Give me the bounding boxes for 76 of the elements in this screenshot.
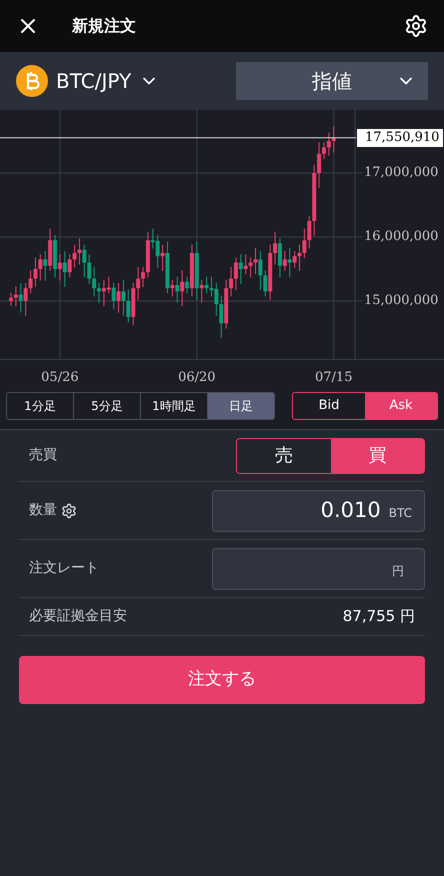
y-axis-label: 16,000,000	[364, 229, 438, 245]
candlestick	[112, 282, 116, 310]
candlestick	[18, 282, 23, 314]
x-axis-label: 06/20	[178, 369, 216, 387]
candlestick	[322, 142, 326, 160]
field-label: 注文レート	[28, 559, 99, 578]
candlestick	[24, 282, 28, 316]
candlestick	[38, 254, 42, 282]
candlestick	[302, 228, 306, 259]
candlestick	[72, 244, 77, 268]
candlestick	[254, 247, 258, 275]
candlestick	[180, 270, 184, 307]
candlestick	[229, 266, 234, 298]
candlestick	[62, 250, 67, 288]
candlestick	[116, 282, 121, 314]
candlestick	[68, 254, 72, 278]
candlestick	[185, 276, 190, 294]
candlestick	[82, 244, 86, 278]
quantity-field[interactable]: 0.010 BTC	[212, 490, 425, 532]
candlestick	[288, 247, 292, 278]
candlestick	[298, 244, 302, 272]
candlestick	[160, 244, 165, 272]
field-label: 数量	[28, 501, 57, 520]
order-type-dropdown[interactable]: 指値	[236, 62, 428, 100]
price-side-tab[interactable]: Ask	[365, 393, 437, 419]
candlestick	[92, 266, 96, 298]
y-axis-label: 15,000,000	[364, 293, 438, 309]
candlestick	[258, 250, 262, 291]
candlestick	[170, 279, 174, 298]
candlestick	[200, 279, 204, 304]
settings-icon[interactable]	[61, 502, 77, 518]
timeframe-tab[interactable]: 日足	[208, 393, 274, 419]
candlestick	[77, 238, 82, 266]
rate-field[interactable]: 円	[212, 548, 425, 590]
candlestick	[121, 279, 126, 316]
candlestick	[136, 266, 140, 300]
candlestick	[175, 276, 180, 304]
candlestick	[126, 288, 130, 323]
y-axis-label: 17,000,000	[364, 165, 438, 181]
side-toggle[interactable]: 買	[330, 438, 424, 472]
candlestick	[58, 254, 62, 282]
candlestick	[317, 142, 322, 188]
submit-order-button[interactable]: 注文する	[19, 656, 425, 704]
candlestick	[219, 295, 224, 339]
candlestick	[263, 270, 268, 298]
candlestick	[307, 215, 312, 250]
candlestick	[282, 250, 287, 272]
candlestick	[326, 132, 331, 156]
field-label: 売買	[28, 446, 57, 465]
field-label: 必要証拠金目安	[28, 607, 127, 626]
candlestick	[204, 276, 209, 294]
coin-icon	[16, 65, 48, 97]
candlestick	[273, 231, 278, 266]
instrument-selector[interactable]: BTC/JPY	[16, 65, 160, 97]
candlestick	[43, 250, 48, 282]
candlestick	[28, 270, 33, 294]
candlestick	[332, 126, 336, 154]
timeframe-tab[interactable]: 1分足	[7, 393, 74, 419]
candlestick	[244, 254, 248, 275]
candlestick	[234, 256, 238, 291]
screen-title: 新規注文	[72, 15, 136, 37]
margin-value: 87,755 円	[342, 606, 416, 628]
candlestick	[9, 292, 13, 307]
candlestick	[87, 254, 92, 284]
candlestick	[292, 250, 297, 268]
x-axis-label: 07/15	[315, 369, 352, 387]
candlestick	[141, 266, 146, 288]
candlestick	[248, 256, 253, 278]
candlestick	[238, 254, 243, 284]
candlestick	[278, 238, 282, 278]
candlestick	[97, 282, 102, 304]
candlestick	[14, 286, 18, 307]
current-price-tag: 17,550,910	[357, 128, 444, 147]
candlestick	[33, 256, 38, 288]
x-axis-label: 05/26	[41, 369, 79, 387]
settings-icon[interactable]	[404, 14, 428, 38]
